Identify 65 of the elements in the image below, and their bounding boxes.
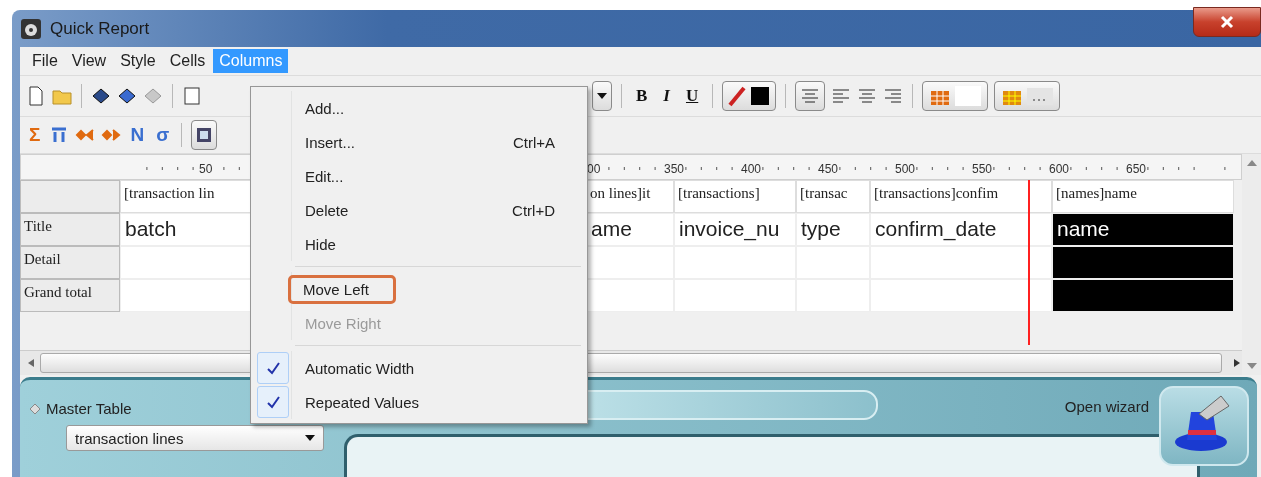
shortcut-label: Ctrl+D bbox=[512, 201, 555, 219]
wizard-label: Open wizard bbox=[1064, 398, 1149, 415]
menu-option[interactable]: Insert... bbox=[305, 129, 368, 155]
table-cell[interactable] bbox=[870, 279, 1052, 312]
shortcut-label: Ctrl+A bbox=[512, 133, 555, 151]
scroll-right-icon[interactable] bbox=[1232, 358, 1242, 368]
caret-icon bbox=[305, 435, 315, 441]
menu-item[interactable]: Style bbox=[114, 49, 162, 73]
row-header: Grand total bbox=[20, 279, 120, 312]
column-header[interactable]: [transactions]confim bbox=[870, 180, 1052, 213]
align-left-button[interactable] bbox=[795, 81, 826, 111]
row-header: Detail bbox=[20, 246, 120, 279]
table-cell[interactable] bbox=[870, 246, 1052, 279]
master-table-dropdown[interactable]: transaction lines bbox=[66, 425, 324, 451]
app-icon bbox=[20, 17, 42, 40]
table-cell[interactable]: name bbox=[1052, 213, 1234, 246]
grid-style-button[interactable] bbox=[994, 81, 1061, 111]
align-left-icon[interactable] bbox=[831, 86, 852, 106]
format-button[interactable]: I bbox=[658, 81, 675, 111]
wizard-button[interactable] bbox=[1159, 386, 1249, 466]
align-right-icon[interactable] bbox=[883, 86, 904, 106]
table-cell[interactable] bbox=[1052, 279, 1234, 312]
window-title: Quick Report bbox=[50, 18, 150, 39]
column-header[interactable]: [transac bbox=[796, 180, 870, 213]
page-icon[interactable] bbox=[182, 86, 202, 106]
menu-item[interactable]: View bbox=[65, 49, 113, 73]
row-header: Title bbox=[20, 213, 120, 246]
menu-option[interactable]: Repeated Values bbox=[305, 389, 431, 415]
table-cell[interactable]: invoice_nu bbox=[674, 213, 796, 246]
table-cell[interactable]: ame bbox=[586, 213, 674, 246]
menu-item[interactable]: Cells bbox=[163, 49, 212, 73]
master-table-label: Master Table bbox=[46, 400, 132, 417]
table-cell[interactable]: type bbox=[796, 213, 870, 246]
close-icon bbox=[1220, 14, 1234, 29]
format-button[interactable]: B bbox=[631, 81, 653, 111]
format-button[interactable]: U bbox=[680, 81, 704, 111]
function-button[interactable]: N bbox=[127, 124, 148, 146]
align-center-icon[interactable] bbox=[857, 86, 878, 106]
close-button[interactable] bbox=[1193, 6, 1261, 37]
align-left-icon bbox=[800, 88, 821, 104]
column-header[interactable]: [names]name bbox=[1052, 180, 1234, 213]
menu-option[interactable]: Automatic Width bbox=[305, 355, 427, 381]
text-color-button[interactable] bbox=[722, 81, 777, 111]
menu-option[interactable]: Move Left bbox=[288, 274, 396, 304]
diamond-icon bbox=[30, 403, 40, 414]
new-file-icon[interactable] bbox=[26, 86, 46, 106]
layout-button[interactable] bbox=[191, 120, 218, 150]
scroll-up-icon[interactable] bbox=[1246, 160, 1257, 166]
table-cell[interactable] bbox=[586, 279, 674, 312]
table-cell[interactable] bbox=[1052, 246, 1234, 279]
scroll-left-icon[interactable] bbox=[26, 358, 36, 368]
scroll-down-icon[interactable] bbox=[1246, 363, 1257, 369]
column-header[interactable]: on lines]it bbox=[586, 180, 674, 213]
column-header[interactable]: [transactions] bbox=[674, 180, 796, 213]
table-cell[interactable]: confirm_date bbox=[870, 213, 1052, 246]
frame-icon bbox=[196, 127, 213, 143]
dropdown-button[interactable] bbox=[592, 81, 612, 111]
fill-color-button[interactable] bbox=[922, 81, 989, 111]
menu-option[interactable]: Delete bbox=[305, 197, 361, 223]
function-button[interactable]: σ bbox=[153, 124, 173, 146]
caret-icon bbox=[597, 93, 607, 99]
table-cell[interactable] bbox=[586, 246, 674, 279]
menu-option[interactable]: Hide bbox=[305, 231, 348, 257]
menu-item[interactable]: File bbox=[26, 49, 64, 73]
menu-option[interactable]: Add... bbox=[305, 95, 357, 121]
